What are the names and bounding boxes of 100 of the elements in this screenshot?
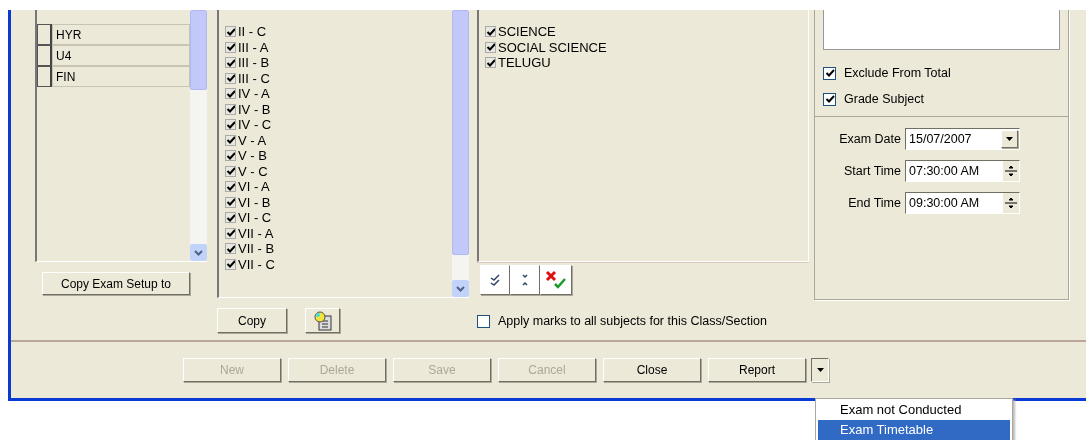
section-label: III - B: [238, 55, 270, 71]
check-icon: [226, 88, 235, 99]
caret-icon: [816, 368, 824, 372]
check-icon: [226, 135, 235, 146]
report-icon-button[interactable]: [305, 308, 340, 333]
checkbox[interactable]: [485, 57, 496, 69]
check-icon: [226, 104, 235, 115]
section-label: V - A: [238, 132, 267, 148]
select-all-button[interactable]: [480, 265, 510, 295]
checkbox[interactable]: [225, 227, 236, 239]
section-label: III - C: [238, 70, 270, 86]
check-icon: [226, 259, 235, 270]
up-down-icon: [1005, 197, 1017, 209]
spin-button[interactable]: [1003, 193, 1019, 213]
checkbox[interactable]: [823, 66, 836, 80]
caret-icon: [1006, 137, 1013, 141]
checkbox[interactable]: [225, 41, 236, 53]
section-label: VII - A: [238, 225, 274, 241]
checkbox[interactable]: [225, 26, 236, 38]
exam-name-cell: HYR: [52, 24, 190, 45]
checkbox[interactable]: [225, 88, 236, 100]
date-picker[interactable]: 15/07/2007: [905, 128, 1020, 150]
check-icon: [226, 73, 235, 84]
check-icon: [226, 181, 235, 192]
section-label: V - C: [238, 163, 268, 179]
checkbox[interactable]: [485, 26, 496, 38]
section-label: IV - A: [238, 86, 270, 102]
up-down-icon: [1005, 165, 1017, 177]
check-icon: [226, 212, 235, 223]
field-label: Exam Date: [838, 130, 901, 148]
checkbox-label: Apply marks to all subjects for this Class/Section: [498, 313, 767, 330]
checkbox[interactable]: [225, 258, 236, 270]
row-checkbox[interactable]: [37, 24, 52, 45]
cross-check-icon: [545, 270, 567, 290]
checkbox[interactable]: [225, 196, 236, 208]
field-label: Start Time: [843, 162, 901, 180]
exam-name-cell: FIN: [52, 66, 190, 87]
section-label: VI - A: [238, 179, 270, 195]
field-value: 09:30:00 AM: [909, 194, 981, 212]
scrollbar[interactable]: [452, 10, 469, 297]
double-check-icon: [490, 274, 500, 286]
checkbox[interactable]: [225, 181, 236, 193]
section-label: VI - B: [238, 194, 271, 210]
checkbox[interactable]: [225, 119, 236, 131]
section-label: IV - C: [238, 117, 272, 133]
menu-item[interactable]: Exam not Conducted: [818, 400, 1010, 420]
section-label: VII - B: [238, 241, 275, 257]
section-label: IV - B: [238, 101, 271, 117]
field-value: 07:30:00 AM: [909, 162, 981, 180]
text-area[interactable]: [823, 10, 1060, 50]
check-icon: [226, 243, 235, 254]
toolbar-button[interactable]: Close: [603, 358, 701, 382]
scrollbar[interactable]: [190, 10, 207, 261]
checkbox[interactable]: [225, 165, 236, 177]
time-field[interactable]: 07:30:00 AM: [905, 160, 1020, 182]
subject-label: SCIENCE: [498, 24, 556, 40]
row-checkbox[interactable]: [37, 45, 52, 66]
spin-button[interactable]: [1003, 161, 1019, 181]
check-icon: [824, 94, 835, 104]
check-icon: [226, 228, 235, 239]
key-document-icon: [312, 310, 333, 331]
check-icon: [226, 42, 235, 53]
copy-exam-setup-button[interactable]: Copy Exam Setup to: [42, 272, 190, 295]
checkbox[interactable]: [225, 103, 236, 115]
checkbox[interactable]: [225, 134, 236, 146]
exam-name-cell: U4: [52, 45, 190, 66]
section-label: II - C: [238, 24, 267, 40]
checkbox[interactable]: [477, 314, 490, 328]
check-icon: [226, 166, 235, 177]
check-icon: [824, 68, 835, 78]
check-icon: [226, 119, 235, 130]
check-icon: [486, 42, 495, 53]
toolbar-button[interactable]: Report: [708, 358, 806, 382]
checkbox[interactable]: [225, 243, 236, 255]
checkbox[interactable]: [823, 92, 836, 106]
row-checkbox[interactable]: [37, 66, 52, 87]
checkbox[interactable]: [225, 212, 236, 224]
dropdown-button[interactable]: [811, 358, 829, 382]
section-label: VI - C: [238, 210, 272, 226]
checkbox-label: Grade Subject: [844, 90, 924, 108]
subject-label: SOCIAL SCIENCE: [498, 39, 607, 55]
time-field[interactable]: 09:30:00 AM: [905, 192, 1020, 214]
subject-label: TELUGU: [498, 55, 551, 71]
scroll-down-icon: [456, 285, 465, 292]
copy-button[interactable]: Copy: [217, 308, 287, 333]
section-label: VII - C: [238, 256, 275, 272]
field-label: End Time: [847, 194, 901, 212]
check-icon: [486, 26, 495, 37]
check-icon: [486, 57, 495, 68]
checkbox[interactable]: [225, 57, 236, 69]
clear-selection-button[interactable]: [540, 265, 572, 295]
check-icon: [226, 26, 235, 37]
menu-item[interactable]: Exam Timetable: [818, 420, 1010, 440]
check-icon: [226, 57, 235, 68]
checkbox[interactable]: [485, 41, 496, 53]
deselect-button[interactable]: [510, 265, 540, 295]
check-icon: [226, 150, 235, 161]
scroll-down-icon: [194, 249, 203, 256]
checkbox[interactable]: [225, 150, 236, 162]
checkbox[interactable]: [225, 72, 236, 84]
